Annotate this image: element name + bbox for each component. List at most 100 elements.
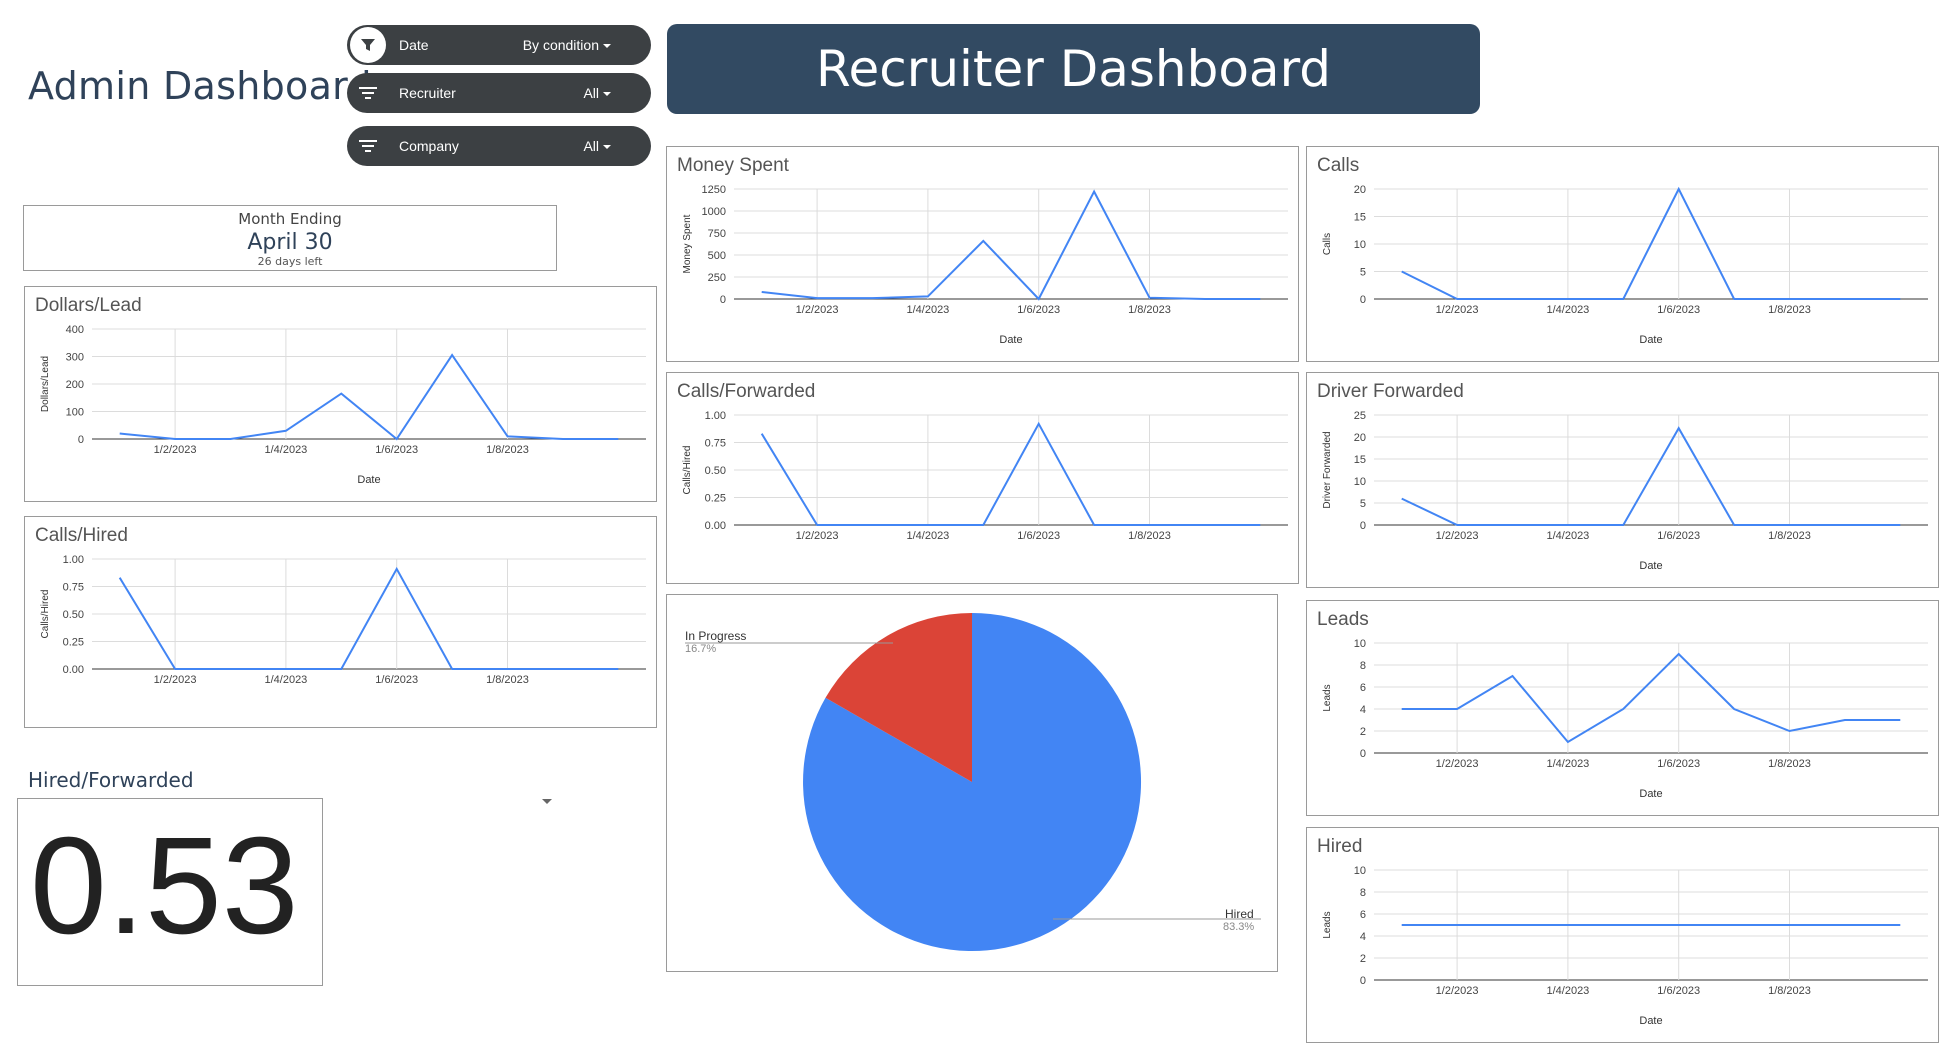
x-tick-label: 1/6/2023 — [1657, 304, 1700, 316]
y-tick-label: 2 — [1360, 953, 1366, 965]
y-tick-label: 1.00 — [63, 554, 84, 566]
chart-plot-svg: 0 250 500 750 1000 1250 1/2/2023 1/4/2023 1/6/20… — [682, 184, 1288, 346]
x-axis-label: Date — [1639, 334, 1662, 346]
x-tick-label: 1/8/2023 — [486, 674, 529, 686]
y-tick-label: 10 — [1354, 476, 1366, 488]
y-tick-label: 0 — [1360, 520, 1366, 532]
calls-chart: Calls 0 5 10 15 20 1/2/2023 1/4/2023 1/6/2023 1/8… — [1306, 146, 1939, 362]
y-tick-label: 100 — [66, 407, 84, 419]
x-tick-label: 1/8/2023 — [1768, 530, 1811, 542]
chart-plot-svg: 0 5 10 15 20 25 1/2/2023 1/4/2023 1/6/2023 1/8/20… — [1322, 410, 1928, 572]
hired-chart: Hired 0 2 4 6 8 10 1/2/2023 1/4/2023 1/6/2023 1/8/… — [1306, 827, 1939, 1043]
filter-lines-icon — [350, 75, 386, 111]
leads-chart: Leads 0 2 4 6 8 10 1/2/2023 1/4/2023 1/6/2023 1/8/… — [1306, 600, 1939, 816]
date-filter-label: Date — [399, 37, 429, 53]
y-tick-label: 0 — [78, 434, 84, 446]
x-axis-label: Date — [1639, 788, 1662, 800]
status-pie-chart: In Progress 16.7% Hired 83.3% — [666, 594, 1278, 972]
y-tick-label: 6 — [1360, 909, 1366, 921]
month-ending-value: April 30 — [247, 230, 333, 255]
x-tick-label: 1/6/2023 — [1017, 530, 1060, 542]
x-tick-label: 1/6/2023 — [1657, 758, 1700, 770]
company-filter-label: Company — [399, 138, 459, 154]
y-tick-label: 0 — [1360, 975, 1366, 987]
y-axis-label: Leads — [1322, 911, 1333, 938]
chart-plot-svg: 0.00 0.25 0.50 0.75 1.00 1/2/2023 1/4/2023 1/6/… — [682, 410, 1288, 542]
x-tick-label: 1/2/2023 — [796, 530, 839, 542]
y-tick-label: 5 — [1360, 267, 1366, 279]
hired-forwarded-scorecard: 0.53 — [17, 798, 323, 986]
pie-label-in-progress: In Progress — [685, 629, 747, 643]
y-tick-label: 0.25 — [705, 493, 726, 505]
series-line — [118, 566, 619, 670]
chart-plot-svg: 0 100 200 300 400 1/2/2023 1/4/2023 1/6/2023 1/8… — [40, 324, 646, 486]
y-tick-label: 0.25 — [63, 637, 84, 649]
date-filter-chip[interactable]: Date By condition — [347, 25, 651, 65]
x-tick-label: 1/6/2023 — [1017, 304, 1060, 316]
y-tick-label: 8 — [1360, 887, 1366, 899]
y-tick-label: 1250 — [702, 184, 726, 196]
x-tick-label: 1/8/2023 — [1768, 985, 1811, 997]
recruiter-filter-chip[interactable]: Recruiter All — [347, 73, 651, 113]
x-tick-label: 1/6/2023 — [1657, 530, 1700, 542]
chevron-down-icon[interactable] — [542, 799, 552, 804]
y-tick-label: 0 — [1360, 294, 1366, 306]
company-filter-value[interactable]: All — [583, 138, 611, 154]
x-tick-label: 1/6/2023 — [1657, 985, 1700, 997]
y-tick-label: 250 — [708, 272, 726, 284]
y-tick-label: 0.00 — [63, 664, 84, 676]
y-tick-label: 8 — [1360, 660, 1366, 672]
chart-plot-svg: 0 5 10 15 20 1/2/2023 1/4/2023 1/6/2023 1/8/2023… — [1322, 184, 1928, 346]
y-axis-label: Calls — [1322, 233, 1333, 255]
pie-percent-hired: 83.3% — [1223, 921, 1255, 933]
x-tick-label: 1/4/2023 — [1546, 304, 1589, 316]
y-tick-label: 1000 — [702, 206, 726, 218]
x-tick-label: 1/4/2023 — [264, 674, 307, 686]
y-tick-label: 10 — [1354, 239, 1366, 251]
series-line — [761, 189, 1261, 301]
y-axis-label: Driver Forwarded — [1322, 431, 1333, 508]
y-tick-label: 200 — [66, 379, 84, 391]
y-tick-label: 0.75 — [63, 582, 84, 594]
y-tick-label: 4 — [1360, 704, 1366, 716]
y-tick-label: 0.50 — [63, 609, 84, 621]
money-spent-chart: Money Spent 0 250 500 750 1000 1250 1/2/2023 1/4… — [666, 146, 1299, 362]
x-tick-label: 1/2/2023 — [1436, 304, 1479, 316]
y-tick-label: 1.00 — [705, 410, 726, 422]
series-line — [119, 353, 619, 441]
y-tick-label: 15 — [1354, 454, 1366, 466]
y-tick-label: 5 — [1360, 498, 1366, 510]
x-tick-label: 1/4/2023 — [1546, 985, 1589, 997]
y-axis-label: Dollars/Lead — [40, 356, 51, 412]
y-tick-label: 0 — [1360, 748, 1366, 760]
x-axis-label: Date — [357, 474, 380, 486]
x-tick-label: 1/2/2023 — [1436, 985, 1479, 997]
x-tick-label: 1/4/2023 — [1546, 758, 1589, 770]
admin-dashboard-title: Admin Dashboard — [28, 64, 372, 108]
driver-forwarded-chart: Driver Forwarded 0 5 10 15 20 25 1/2/2023 1/4/20… — [1306, 372, 1939, 588]
x-tick-label: 1/2/2023 — [1436, 758, 1479, 770]
company-filter-chip[interactable]: Company All — [347, 126, 651, 166]
x-tick-label: 1/8/2023 — [1768, 758, 1811, 770]
x-tick-label: 1/8/2023 — [1768, 304, 1811, 316]
x-tick-label: 1/2/2023 — [154, 444, 197, 456]
y-tick-label: 20 — [1354, 184, 1366, 196]
y-axis-label: Calls/Hired — [682, 446, 693, 495]
series-line — [1401, 426, 1901, 526]
calls-hired-chart: Calls/Hired 0.00 0.25 0.50 0.75 1.00 1/2/2023 1… — [24, 516, 657, 728]
filter-lines-icon — [350, 128, 386, 164]
x-tick-label: 1/2/2023 — [796, 304, 839, 316]
y-tick-label: 0.50 — [705, 465, 726, 477]
calls-forwarded-chart: Calls/Forwarded 0.00 0.25 0.50 0.75 1.00 1/2/2… — [666, 372, 1299, 584]
pie-percent-in-progress: 16.7% — [685, 643, 717, 655]
month-ending-scorecard: Month Ending April 30 26 days left — [23, 205, 557, 271]
chart-plot-svg: 0 2 4 6 8 10 1/2/2023 1/4/2023 1/6/2023 1/8/2023 L… — [1322, 865, 1928, 1027]
y-tick-label: 10 — [1354, 638, 1366, 650]
date-filter-value[interactable]: By condition — [523, 37, 611, 53]
series-line — [760, 421, 1261, 526]
x-tick-label: 1/2/2023 — [154, 674, 197, 686]
pie-chart-svg — [685, 613, 1261, 951]
y-axis-label: Calls/Hired — [40, 590, 51, 639]
recruiter-filter-value[interactable]: All — [583, 85, 611, 101]
y-tick-label: 300 — [66, 352, 84, 364]
